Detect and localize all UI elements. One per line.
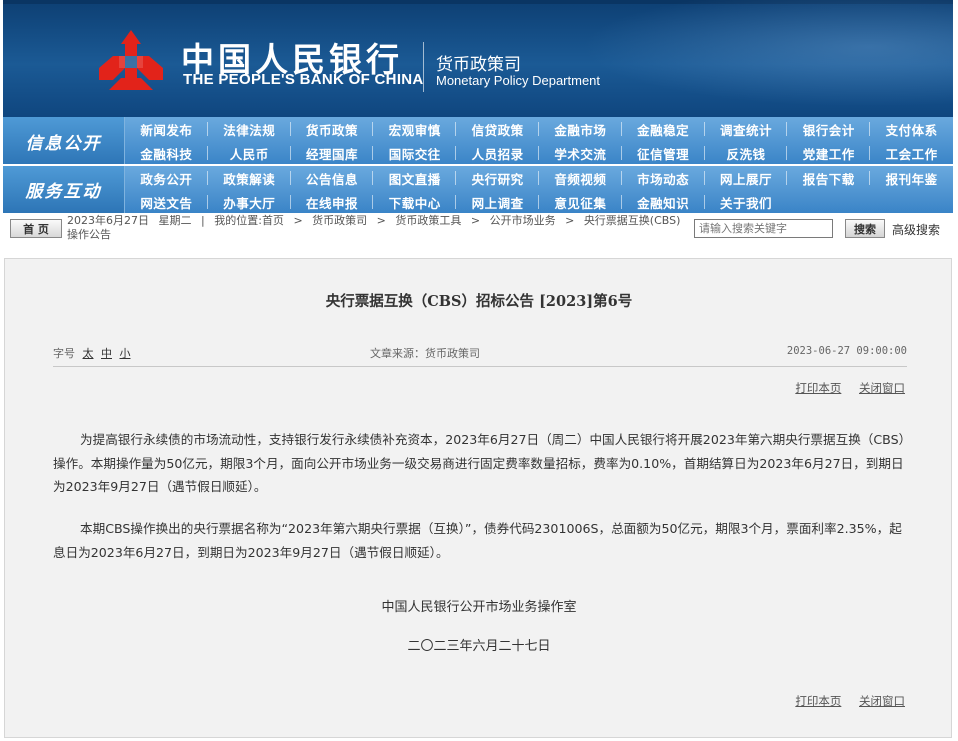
nav-section-info: 新闻发布 法律法规 货币政策 宏观审慎 信贷政策 金融市场 金融稳定 调查统计 …: [125, 117, 953, 165]
font-size-label: 字号: [53, 347, 75, 360]
nav-item-policy-interpretation[interactable]: 政策解读: [208, 166, 291, 190]
breadcrumb-separator: |: [201, 214, 205, 227]
nav-item-government-affairs[interactable]: 政务公开: [125, 166, 208, 190]
nav-item-laws[interactable]: 法律法规: [208, 117, 291, 141]
nav-row: 政务公开 政策解读 公告信息 图文直播 央行研究 音频视频 市场动态 网上展厅 …: [125, 166, 953, 190]
pboc-logo-icon[interactable]: [95, 28, 167, 92]
print-page-link[interactable]: 打印本页: [795, 694, 841, 708]
breadcrumb-separator: >: [565, 214, 575, 227]
signature-date: 二〇二三年六月二十七日: [407, 639, 551, 654]
nav-item-rmb[interactable]: 人民币: [208, 141, 291, 165]
nav-item-credit-reference[interactable]: 征信管理: [622, 141, 705, 165]
nav-item-online-exhibition[interactable]: 网上展厅: [705, 166, 788, 190]
font-size-controls: 字号 太 中 小: [53, 345, 131, 361]
nav-section-service-label: 服务互动: [3, 166, 125, 213]
breadcrumb-separator: >: [293, 214, 303, 227]
nav-item-opinion-collection[interactable]: 意见征集: [539, 190, 622, 214]
breadcrumb-separator: >: [376, 214, 386, 227]
bank-name-en: THE PEOPLE'S BANK OF CHINA: [183, 71, 424, 88]
breadcrumb-separator: >: [470, 214, 481, 227]
nav-item-report-download[interactable]: 报告下载: [787, 166, 870, 190]
nav-row: 新闻发布 法律法规 货币政策 宏观审慎 信贷政策 金融市场 金融稳定 调查统计 …: [125, 117, 953, 141]
article-meta: 字号 太 中 小 文章来源：货币政策司 2023-06-27 09:00:00: [53, 345, 907, 361]
font-size-large-link[interactable]: 太: [83, 347, 94, 360]
signature-organization: 中国人民银行公开市场业务操作室: [381, 600, 577, 615]
breadcrumb-home-link[interactable]: 首页: [262, 214, 284, 227]
nav-item-recruitment[interactable]: 人员招录: [456, 141, 539, 165]
nav-item-treasury[interactable]: 经理国库: [291, 141, 374, 165]
article-panel: 央行票据互换（CBS）招标公告 [2023]第6号 字号 太 中 小 文章来源：…: [4, 258, 952, 738]
nav-item-financial-stability[interactable]: 金融稳定: [622, 117, 705, 141]
nav-item-union[interactable]: 工会工作: [870, 141, 953, 165]
print-page-link[interactable]: 打印本页: [795, 381, 841, 395]
nav-item-online-declaration[interactable]: 在线申报: [291, 190, 374, 214]
nav-item-download-center[interactable]: 下载中心: [373, 190, 456, 214]
nav-item-financial-markets[interactable]: 金融市场: [539, 117, 622, 141]
breadcrumb-link-monetary-dept[interactable]: 货币政策司: [312, 214, 367, 227]
article-title: 央行票据互换（CBS）招标公告 [2023]第6号: [325, 293, 633, 310]
nav-item-financial-knowledge[interactable]: 金融知识: [622, 190, 705, 214]
nav-item-macroprudential[interactable]: 宏观审慎: [373, 117, 456, 141]
breadcrumb-link-open-market[interactable]: 公开市场业务: [490, 214, 556, 227]
close-window-link[interactable]: 关闭窗口: [859, 381, 905, 395]
nav-item-online-notices[interactable]: 网送文告: [125, 190, 208, 214]
font-size-small-link[interactable]: 小: [120, 347, 131, 360]
breadcrumb-link-policy-tools[interactable]: 货币政策工具: [395, 214, 461, 227]
nav-item-fintech[interactable]: 金融科技: [125, 141, 208, 165]
header-glow: [533, 0, 953, 117]
nav-item-payment-system[interactable]: 支付体系: [870, 117, 953, 141]
main-navigation: 信息公开 新闻发布 法律法规 货币政策 宏观审慎 信贷政策 金融市场 金融稳定 …: [3, 117, 953, 213]
nav-item-news[interactable]: 新闻发布: [125, 117, 208, 141]
nav-row: 网送文告 办事大厅 在线申报 下载中心 网上调查 意见征集 金融知识 关于我们: [125, 190, 953, 214]
close-window-link[interactable]: 关闭窗口: [859, 694, 905, 708]
breadcrumb: 2023年6月27日 星期二 | 我的位置:首页 > 货币政策司 > 货币政策工…: [67, 214, 687, 242]
search-button[interactable]: 搜索: [845, 219, 885, 238]
current-date: 2023年6月27日: [67, 214, 149, 227]
nav-item-announcements[interactable]: 公告信息: [291, 166, 374, 190]
nav-item-academic[interactable]: 学术交流: [539, 141, 622, 165]
department-name-en: Monetary Policy Department: [436, 73, 601, 88]
advanced-search-link[interactable]: 高级搜索: [892, 221, 940, 238]
font-size-medium-link[interactable]: 中: [101, 347, 112, 360]
nav-section-info-label: 信息公开: [3, 117, 125, 165]
search-input[interactable]: [694, 219, 833, 238]
nav-section-service: 政务公开 政策解读 公告信息 图文直播 央行研究 音频视频 市场动态 网上展厅 …: [125, 166, 953, 213]
nav-item-research[interactable]: 央行研究: [456, 166, 539, 190]
nav-item-credit-policy[interactable]: 信贷政策: [456, 117, 539, 141]
nav-item-about-us[interactable]: 关于我们: [705, 190, 788, 214]
nav-item-monetary-policy[interactable]: 货币政策: [291, 117, 374, 141]
current-weekday: 星期二: [158, 214, 192, 227]
article-source: 文章来源：货币政策司: [370, 347, 480, 360]
article-tools-bottom: 打印本页 关闭窗口: [781, 693, 905, 709]
nav-item-anti-money-laundering[interactable]: 反洗钱: [705, 141, 788, 165]
article-paragraph: 本期CBS操作换出的央行票据名称为“2023年第六期央行票据（互换）”，债券代码…: [53, 521, 902, 560]
home-button[interactable]: 首 页: [10, 219, 62, 238]
article-datetime: 2023-06-27 09:00:00: [786, 345, 907, 357]
nav-item-international[interactable]: 国际交往: [373, 141, 456, 165]
nav-item-yearbooks[interactable]: 报刊年鉴: [870, 166, 953, 190]
nav-item-live-broadcast[interactable]: 图文直播: [373, 166, 456, 190]
nav-item-market-news[interactable]: 市场动态: [622, 166, 705, 190]
site-header: 中国人民银行 THE PEOPLE'S BANK OF CHINA 货币政策司 …: [3, 0, 953, 117]
department-name-cn: 货币政策司: [436, 55, 521, 75]
nav-row: 金融科技 人民币 经理国库 国际交往 人员招录 学术交流 征信管理 反洗钱 党建…: [125, 141, 953, 165]
breadcrumb-bar: 首 页 2023年6月27日 星期二 | 我的位置:首页 > 货币政策司 > 货…: [3, 213, 953, 243]
nav-item-bank-accounting[interactable]: 银行会计: [787, 117, 870, 141]
header-divider: [423, 42, 424, 92]
nav-item-audio-video[interactable]: 音频视频: [539, 166, 622, 190]
nav-item-statistics[interactable]: 调查统计: [705, 117, 788, 141]
meta-divider: [53, 366, 907, 367]
nav-item-party-building[interactable]: 党建工作: [787, 141, 870, 165]
article-paragraph: 为提高银行永续债的市场流动性，支持银行发行永续债补充资本，2023年6月27日（…: [53, 432, 905, 494]
nav-item-online-survey[interactable]: 网上调查: [456, 190, 539, 214]
nav-item-service-hall[interactable]: 办事大厅: [208, 190, 291, 214]
article-tools-top: 打印本页 关闭窗口: [781, 380, 905, 396]
breadcrumb-location-label: 我的位置:: [214, 214, 262, 227]
